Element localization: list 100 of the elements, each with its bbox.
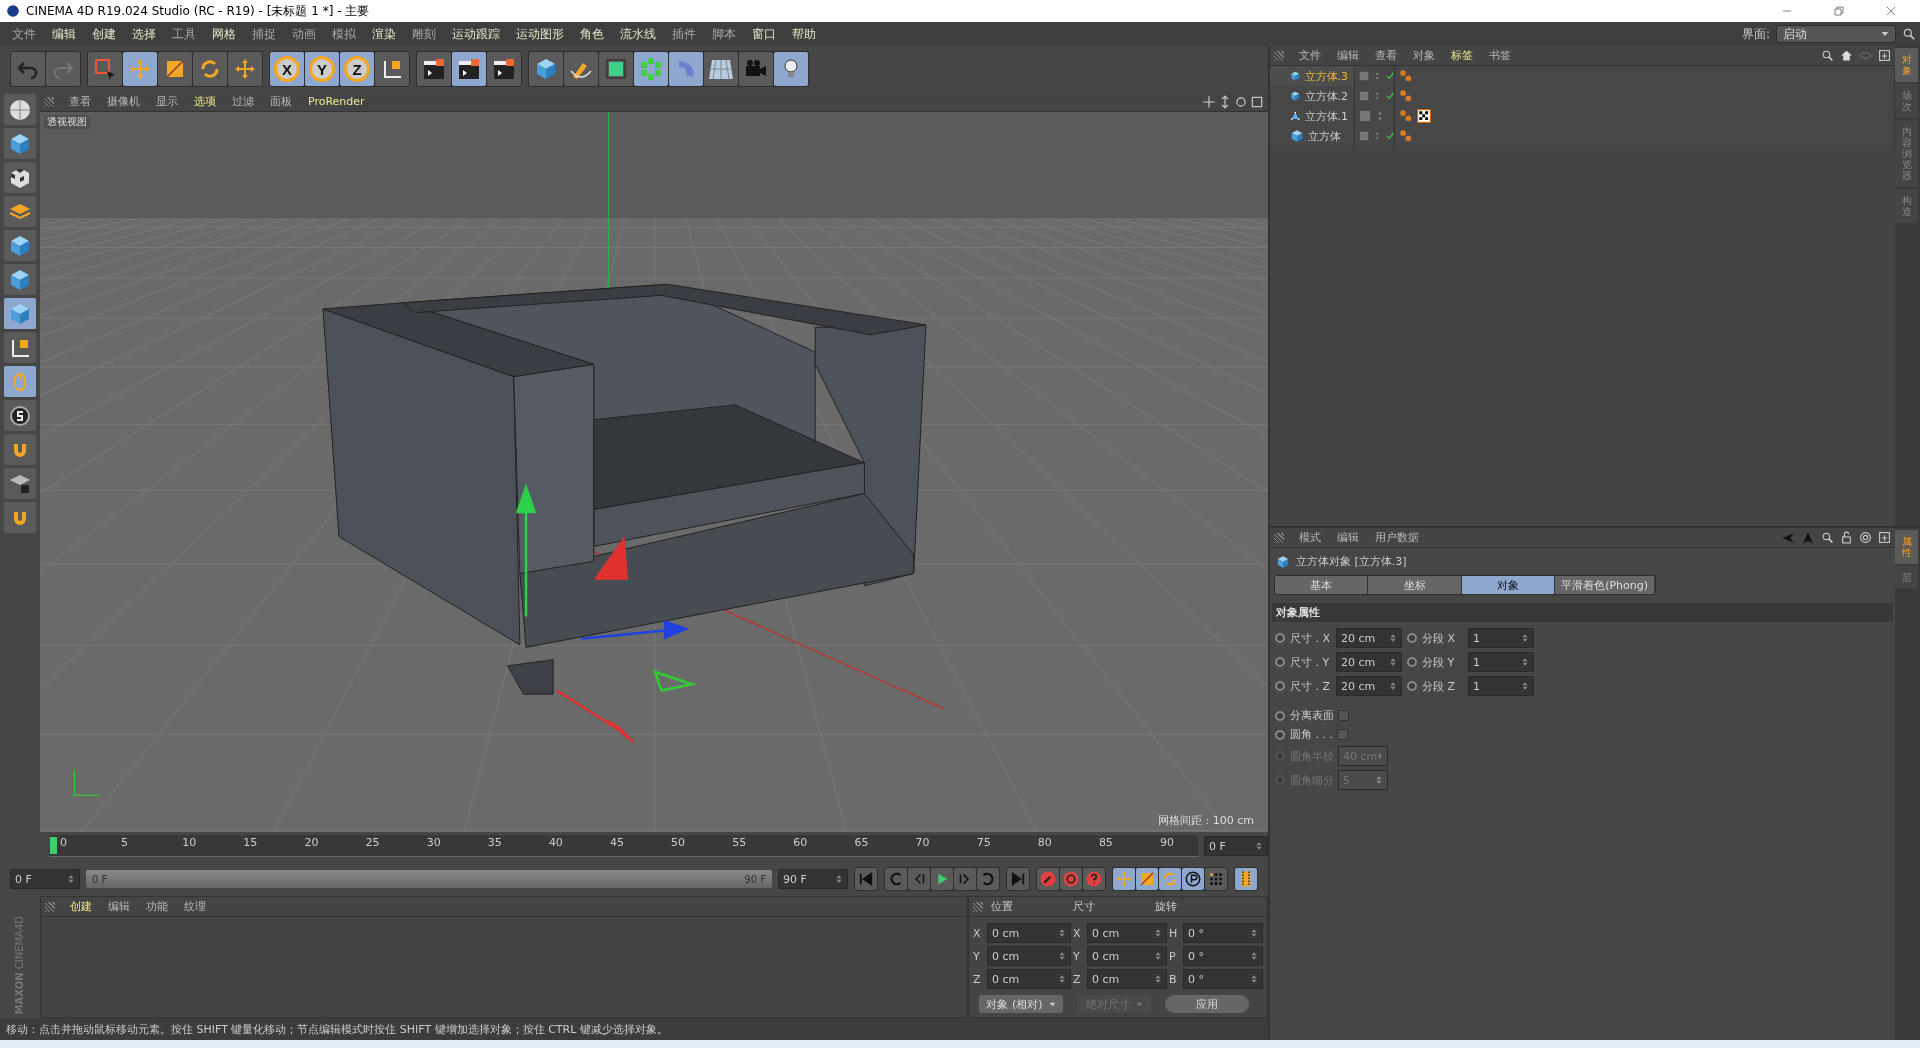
- attribute-menu-item[interactable]: 模式: [1292, 530, 1328, 545]
- property-field[interactable]: 1: [1468, 628, 1534, 648]
- viewport-menu-item[interactable]: 显示: [149, 94, 185, 109]
- start-frame-field[interactable]: 0 F: [10, 869, 80, 889]
- move-gizmo-drawing[interactable]: [516, 483, 697, 744]
- coordinate-field[interactable]: 0 cm: [987, 923, 1071, 943]
- viewport-menu-item[interactable]: 查看: [62, 94, 98, 109]
- selection-icon: [93, 57, 117, 81]
- viewport-menu-item[interactable]: 摄像机: [100, 94, 147, 109]
- material-menu-item[interactable]: 创建: [63, 899, 99, 914]
- viewport-menu-item[interactable]: 过滤: [225, 94, 261, 109]
- viewport-menu-item[interactable]: ProRender: [301, 95, 372, 108]
- attribute-tab[interactable]: 平滑着色(Phong): [1555, 576, 1655, 594]
- axis-lock-button[interactable]: Z: [340, 52, 374, 86]
- app-logo-icon: [6, 4, 20, 18]
- panel-grip[interactable]: [44, 96, 54, 107]
- timeline-ruler[interactable]: 0 5 10 15 20 25 30 35 40 45 50 55 60 65 70 75 80 85 90: [50, 835, 1198, 857]
- coordinate-field[interactable]: 0 cm: [987, 946, 1071, 966]
- toolbar-button[interactable]: [4, 400, 36, 431]
- viewport-menu-item[interactable]: 选项: [187, 94, 223, 109]
- viewport-menu-item[interactable]: 面板: [263, 94, 299, 109]
- layout-dropdown[interactable]: 启动: [1776, 25, 1896, 43]
- spinner-arrows-icon: [1250, 929, 1258, 937]
- layer-toggle-icon: [1359, 130, 1370, 142]
- toolbar-button[interactable]: [452, 52, 486, 86]
- menu-item[interactable]: 角色: [572, 25, 612, 43]
- menu-item[interactable]: 创建: [84, 25, 124, 43]
- object-menu-item[interactable]: 标签: [1444, 48, 1480, 63]
- menu-item[interactable]: 网格: [204, 25, 244, 43]
- side-tab[interactable]: 对象: [1895, 48, 1918, 82]
- toolbar-button[interactable]: [417, 52, 451, 86]
- axis-lock-button[interactable]: Y: [305, 52, 339, 86]
- property-field[interactable]: 20 cm: [1336, 628, 1402, 648]
- sofa-drawing[interactable]: [322, 283, 927, 695]
- object-menu-item[interactable]: 书签: [1482, 48, 1518, 63]
- menu-item[interactable]: 运动图形: [508, 25, 572, 43]
- material-menu-item[interactable]: 功能: [139, 899, 175, 914]
- checkbox[interactable]: [1338, 710, 1349, 721]
- object-menu-item[interactable]: 编辑: [1330, 48, 1366, 63]
- search-icon: [1902, 27, 1916, 41]
- panel-grip[interactable]: [973, 901, 983, 912]
- axis-lock-button[interactable]: X: [270, 52, 304, 86]
- menu-item[interactable]: 窗口: [744, 25, 784, 43]
- menu-item[interactable]: 工具: [164, 25, 204, 43]
- toolbar-button[interactable]: [4, 468, 36, 499]
- menu-item[interactable]: 渲染: [364, 25, 404, 43]
- current-frame-field[interactable]: 0 F: [1204, 836, 1268, 856]
- attribute-menu-item[interactable]: 用户数据: [1368, 530, 1426, 545]
- scale-icon: [1138, 870, 1156, 888]
- menu-item[interactable]: 流水线: [612, 25, 664, 43]
- attribute-tab[interactable]: 坐标: [1368, 576, 1462, 594]
- menu-item[interactable]: 帮助: [784, 25, 824, 43]
- toolbar-button[interactable]: [4, 332, 36, 363]
- coordinate-field[interactable]: 0 cm: [1087, 923, 1167, 943]
- timeline-tick-label: 80: [1037, 836, 1052, 849]
- menu-item[interactable]: 选择: [124, 25, 164, 43]
- coordinate-field[interactable]: 0 °: [1183, 969, 1263, 989]
- checkmark-icon: [1385, 131, 1394, 141]
- material-menu-item[interactable]: 纹理: [177, 899, 213, 914]
- object-menu-item[interactable]: 查看: [1368, 48, 1404, 63]
- side-tab[interactable]: 属性: [1895, 530, 1918, 564]
- attribute-tab[interactable]: 对象: [1461, 576, 1556, 594]
- menu-item[interactable]: 运动跟踪: [444, 25, 508, 43]
- menu-item[interactable]: 雕刻: [404, 25, 444, 43]
- key-icon: [1039, 870, 1057, 888]
- apply-button[interactable]: 应用: [1165, 995, 1249, 1013]
- panel-grip[interactable]: [45, 901, 55, 912]
- toolbar-button[interactable]: [774, 52, 808, 86]
- property-field[interactable]: 20 cm: [1336, 652, 1402, 672]
- panel-grip[interactable]: [1274, 532, 1284, 543]
- object-menu-item[interactable]: 对象: [1406, 48, 1442, 63]
- coordinate-field[interactable]: 0 cm: [987, 969, 1071, 989]
- property-field[interactable]: 1: [1468, 652, 1534, 672]
- end-frame-field[interactable]: 90 F: [778, 869, 848, 889]
- menu-item[interactable]: 捕捉: [244, 25, 284, 43]
- property-field[interactable]: 20 cm: [1336, 676, 1402, 696]
- object-tree-item[interactable]: 立方体.3: [1270, 66, 1355, 86]
- cube-icon: [1290, 129, 1304, 143]
- menu-item[interactable]: 文件: [4, 25, 44, 43]
- panel-grip[interactable]: [1274, 50, 1284, 61]
- menu-item[interactable]: 动画: [284, 25, 324, 43]
- coordinate-field[interactable]: 0 cm: [1087, 946, 1167, 966]
- toolbar-button[interactable]: [487, 52, 521, 86]
- toolbar-button[interactable]: [4, 162, 36, 193]
- attribute-tab[interactable]: 基本: [1275, 576, 1369, 594]
- checkbox[interactable]: [1337, 729, 1348, 740]
- toolbar-button[interactable]: [375, 52, 409, 86]
- menu-item[interactable]: 编辑: [44, 25, 84, 43]
- toolbar-button[interactable]: [1182, 868, 1204, 890]
- menu-item[interactable]: 插件: [664, 25, 704, 43]
- material-menu-item[interactable]: 编辑: [101, 899, 137, 914]
- coordinate-field[interactable]: 0 cm: [1087, 969, 1167, 989]
- menu-item[interactable]: 脚本: [704, 25, 744, 43]
- object-menu-item[interactable]: 文件: [1292, 48, 1328, 63]
- coordinate-mode-dropdown[interactable]: 对象 (相对): [979, 995, 1063, 1013]
- coordinate-field[interactable]: 0 °: [1183, 923, 1263, 943]
- coordinate-field[interactable]: 0 °: [1183, 946, 1263, 966]
- attribute-menu-item[interactable]: 编辑: [1330, 530, 1366, 545]
- property-field[interactable]: 1: [1468, 676, 1534, 696]
- menu-item[interactable]: 模拟: [324, 25, 364, 43]
